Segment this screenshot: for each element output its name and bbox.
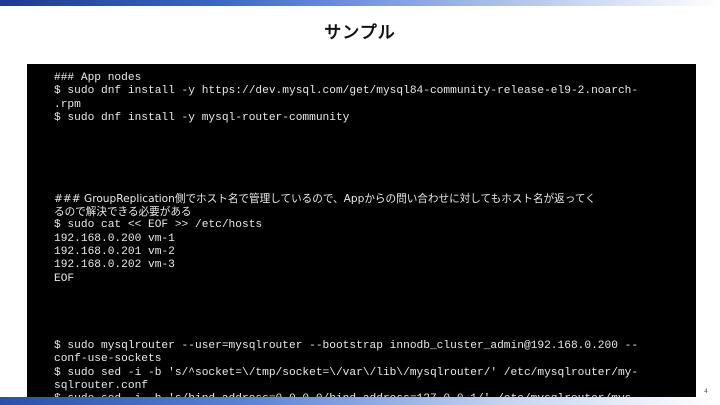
terminal-window: ### App nodes $ sudo dnf install -y http… [27, 64, 696, 405]
terminal-line-router-bootstrap-cont: conf-use-sockets [54, 353, 162, 366]
terminal-line-router-bootstrap: $ sudo mysqlrouter --user=mysqlrouter --… [54, 339, 639, 352]
terminal-line-dnf-install-router: $ sudo dnf install -y mysql-router-commu… [54, 112, 350, 125]
slide-title: サンプル [324, 23, 396, 43]
terminal-line-comment-app-nodes: ### App nodes [54, 72, 142, 84]
terminal-line-eof: EOF [54, 272, 75, 285]
page-number: 4 [704, 388, 708, 395]
terminal-line-dnf-install-release: $ sudo dnf install -y https://dev.mysql.… [54, 85, 639, 98]
terminal-line-host-vm-1: 192.168.0.200 vm-1 [54, 232, 175, 245]
terminal-line-sed-socket: $ sudo sed -i -b 's/^socket=\/tmp/socket… [54, 366, 639, 379]
terminal-line-comment-group-replication: ### GroupReplication側でホスト名で管理しているので、Appか… [54, 192, 596, 205]
terminal-line-host-vm-2: 192.168.0.201 vm-2 [54, 246, 175, 259]
terminal-line-host-vm-3: 192.168.0.202 vm-3 [54, 259, 175, 272]
top-accent-bar [0, 0, 720, 6]
terminal-line-dnf-install-release-cont: .rpm [54, 98, 81, 111]
terminal-line-sed-socket-cont: sqlrouter.conf [54, 379, 148, 392]
bottom-accent-bar [0, 397, 720, 405]
terminal-line-comment-group-replication-cont: るので解決できる必要がある [54, 205, 192, 218]
terminal-line-cat-hosts: $ sudo cat << EOF >> /etc/hosts [54, 219, 263, 232]
